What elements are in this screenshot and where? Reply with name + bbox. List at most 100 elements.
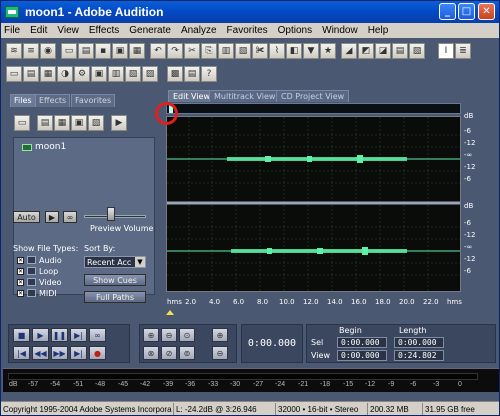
edit-file-icon[interactable]: ▣ [71,115,87,131]
show-cues-button[interactable]: Show Cues [84,274,146,286]
menu-window[interactable]: Window [322,25,358,36]
menu-analyze[interactable]: Analyze [181,25,217,36]
envelope-icon[interactable]: ⌇ [269,43,285,59]
favorites-icon[interactable]: ★ [320,43,336,59]
cd-project-icon[interactable]: ◉ [40,43,56,59]
sort-by-select[interactable]: Recent Acc ▼ [84,256,146,268]
title-bar[interactable]: moon1 - Adobe Audition _ □ ✕ [1,1,499,23]
zoom-in-vertical-icon[interactable]: ⊕ [212,328,228,342]
display-waveform-icon[interactable]: ▦ [40,66,56,82]
loop-options-icon[interactable]: ◑ [57,66,73,82]
mix-paste-icon[interactable]: ▧ [235,43,251,59]
view-icon[interactable]: ▧ [409,43,425,59]
play-button[interactable]: ▶ [32,328,49,342]
selection-begin-field[interactable]: 0:00.000 [337,337,387,348]
new-file-icon[interactable]: ▭ [61,43,77,59]
save-as-icon[interactable]: ▣ [112,43,128,59]
marquee-icon[interactable]: ◩ [358,43,374,59]
pause-button[interactable]: ❚❚ [51,328,68,342]
tab-files[interactable]: Files [10,94,36,107]
stop-button[interactable]: ■ [13,328,30,342]
workspace-icon[interactable]: ▨ [142,66,158,82]
zoom-left-edge-icon[interactable]: ⊘ [161,346,177,360]
cut-icon[interactable]: ✂ [184,43,200,59]
preview-loop-button[interactable]: ∞ [63,211,77,223]
preview-play-button[interactable]: ▶ [45,211,59,223]
zoom-in-horizontal-icon[interactable]: ⊕ [143,328,159,342]
play-to-end-button[interactable]: ▶| [70,328,87,342]
go-to-end-button[interactable]: ▶| [70,346,87,360]
record-button[interactable]: ● [89,346,106,360]
save-icon[interactable]: ▪ [95,43,111,59]
cursor-tool-icon[interactable]: I [438,43,454,59]
play-preview-icon[interactable]: ▶ [111,115,127,131]
copy-icon[interactable]: ⎘ [201,43,217,59]
open-file-icon[interactable]: ▤ [78,43,94,59]
preview-volume-slider[interactable] [84,215,146,218]
loop-button[interactable]: ∞ [89,328,106,342]
time-ruler[interactable]: hms 2.0 4.0 6.0 8.0 10.0 12.0 14.0 16.0 … [166,298,462,308]
volume-slider-handle[interactable] [107,207,115,221]
scripts-icon[interactable]: ▩ [167,66,183,82]
view-length-field[interactable]: 0:24.802 [394,350,444,361]
multitrack-icon[interactable]: ≡ [23,43,39,59]
tab-multitrack-view[interactable]: Multitrack View [209,90,281,102]
menu-favorites[interactable]: Favorites [227,25,268,36]
minimize-button[interactable]: _ [439,3,456,20]
tab-favorites[interactable]: Favorites [71,94,116,107]
channels-icon[interactable]: ▥ [108,66,124,82]
fast-forward-button[interactable]: ▶▶ [51,346,68,360]
menu-help[interactable]: Help [368,25,389,36]
menu-view[interactable]: View [57,25,79,36]
batch-icon[interactable]: ▤ [184,66,200,82]
import-icon[interactable]: ▤ [37,115,53,131]
zoom-selection-icon[interactable]: ⊗ [143,346,159,360]
tab-effects[interactable]: Effects [35,94,71,107]
help-icon[interactable]: ? [201,66,217,82]
frequency-icon[interactable]: ▤ [392,43,408,59]
zoom-out-vertical-icon[interactable]: ⊖ [212,346,228,360]
tab-cd-project-view[interactable]: CD Project View [276,90,350,102]
menu-generate[interactable]: Generate [129,25,171,36]
display-spectral-icon[interactable]: ▤ [23,66,39,82]
waveform-overview-bar[interactable] [166,103,461,114]
sample-rate-icon[interactable]: ▣ [91,66,107,82]
playhead-marker-icon[interactable] [166,310,174,315]
full-paths-button[interactable]: Full Paths [84,291,146,303]
edit-view-icon[interactable]: ≋ [6,43,22,59]
view-begin-field[interactable]: 0:00.000 [337,350,387,361]
waveform-display[interactable] [166,116,461,292]
close-file-icon[interactable]: ▦ [129,43,145,59]
auto-play-button[interactable]: Auto [13,211,40,223]
spectral-icon[interactable]: ◧ [286,43,302,59]
loop-checkbox[interactable]: ✕ [17,268,24,275]
go-to-beginning-button[interactable]: |◀ [13,346,30,360]
close-file-icon[interactable]: ▦ [54,115,70,131]
chevron-down-icon[interactable]: ▼ [135,257,145,267]
midi-checkbox[interactable]: ✕ [17,290,24,297]
menu-file[interactable]: File [4,25,20,36]
menu-effects[interactable]: Effects [89,25,119,36]
marker-icon[interactable]: ▼ [303,43,319,59]
close-button[interactable]: ✕ [478,3,495,20]
zoom-right-edge-icon[interactable]: ⊚ [179,346,195,360]
menu-edit[interactable]: Edit [30,25,47,36]
lasso-icon[interactable]: ◪ [375,43,391,59]
display-time-icon[interactable]: ▭ [6,66,22,82]
time-selection-icon[interactable]: ◢ [341,43,357,59]
hand-tool-icon[interactable]: ≣ [455,43,471,59]
selection-length-field[interactable]: 0:00.000 [394,337,444,348]
trim-icon[interactable]: ✀ [252,43,268,59]
settings-icon[interactable]: ⚙ [74,66,90,82]
paste-icon[interactable]: ▥ [218,43,234,59]
insert-icon[interactable]: ▧ [88,115,104,131]
rewind-button[interactable]: ◀◀ [32,346,49,360]
audio-checkbox[interactable]: ✕ [17,257,24,264]
list-item[interactable]: moon1 [22,142,66,152]
maximize-button[interactable]: □ [458,3,475,20]
zoom-out-horizontal-icon[interactable]: ⊖ [161,328,177,342]
redo-icon[interactable]: ↷ [167,43,183,59]
bit-depth-icon[interactable]: ▧ [125,66,141,82]
undo-icon[interactable]: ↶ [150,43,166,59]
menu-options[interactable]: Options [278,25,312,36]
